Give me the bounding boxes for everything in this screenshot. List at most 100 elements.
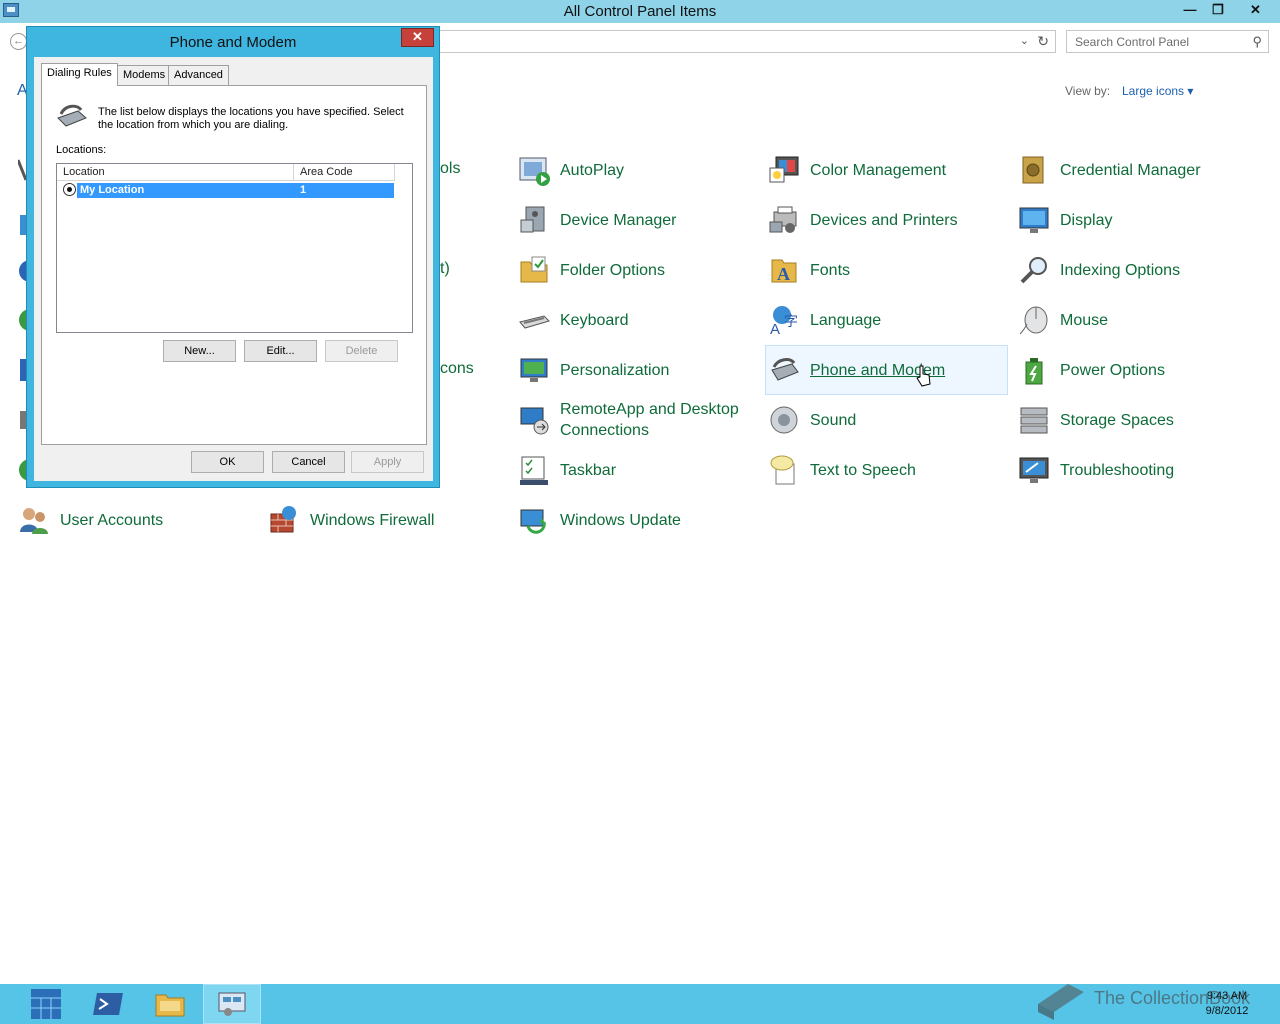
windows-firewall-icon xyxy=(267,503,301,537)
clock-date: 9/8/2012 xyxy=(1205,1005,1249,1017)
view-by-dropdown[interactable]: Large icons ▾ xyxy=(1122,84,1193,98)
keyboard-item[interactable]: Keyboard xyxy=(517,296,629,344)
refresh-icon[interactable]: ↻ xyxy=(1037,33,1049,50)
devices-printers-icon xyxy=(767,203,801,237)
item-label: Personalization xyxy=(560,361,670,379)
area-code-cell: 1 xyxy=(300,184,307,196)
file-explorer-icon[interactable] xyxy=(141,984,199,1024)
svg-text:字: 字 xyxy=(784,313,798,329)
autoplay-item[interactable]: AutoPlay xyxy=(517,146,624,194)
delete-button[interactable]: Delete xyxy=(325,340,398,362)
item-label: Folder Options xyxy=(560,261,665,279)
locations-label: Locations: xyxy=(56,144,107,156)
chevron-down-icon[interactable]: ⌄ xyxy=(1020,34,1029,47)
phone-modem-item[interactable]: Phone and Modem xyxy=(765,345,1008,395)
tab-modems[interactable]: Modems xyxy=(117,65,172,85)
device-manager-icon xyxy=(517,203,551,237)
back-arrow-icon[interactable]: ← xyxy=(10,33,27,50)
item-label: Taskbar xyxy=(560,461,617,479)
item-label: AutoPlay xyxy=(560,161,625,179)
keyboard-icon xyxy=(517,303,551,337)
power-options-item[interactable]: Power Options xyxy=(1017,346,1165,394)
start-icon[interactable] xyxy=(17,984,75,1024)
fonts-item[interactable]: A Fonts xyxy=(767,246,850,294)
view-by-label: View by: xyxy=(1065,84,1111,98)
windows-update-item[interactable]: Windows Update xyxy=(517,496,681,544)
title-bar: All Control Panel Items — ❐ ✕ xyxy=(0,0,1280,23)
item-label: Troubleshooting xyxy=(1060,461,1175,479)
tab-dialing-rules[interactable]: Dialing Rules xyxy=(41,63,118,86)
table-row[interactable]: My Location 1 xyxy=(77,183,394,198)
apply-button[interactable]: Apply xyxy=(351,451,424,473)
clock[interactable]: 9:43 AM 9/8/2012 xyxy=(1195,989,1259,1019)
item-label: Windows Update xyxy=(560,511,681,529)
cancel-button[interactable]: Cancel xyxy=(272,451,345,473)
maximize-button[interactable]: ❐ xyxy=(1205,0,1231,20)
item-label: Indexing Options xyxy=(1060,261,1181,279)
color-management-item[interactable]: Color Management xyxy=(767,146,946,194)
folder-options-item[interactable]: Folder Options xyxy=(517,246,665,294)
new-button[interactable]: New... xyxy=(163,340,236,362)
ok-button[interactable]: OK xyxy=(191,451,264,473)
partial-item-label[interactable]: t) xyxy=(440,260,450,278)
item-label: Keyboard xyxy=(560,311,629,329)
item-label: Language xyxy=(810,311,882,329)
column-header-location[interactable]: Location xyxy=(57,164,294,181)
personalization-item[interactable]: Personalization xyxy=(517,346,669,394)
item-label: Windows Firewall xyxy=(310,511,435,529)
window-title: All Control Panel Items xyxy=(563,3,717,20)
mouse-item[interactable]: Mouse xyxy=(1017,296,1108,344)
color-management-icon xyxy=(767,153,801,187)
item-label: Credential Manager xyxy=(1060,161,1201,179)
minimize-button[interactable]: — xyxy=(1177,0,1203,20)
windows-update-icon xyxy=(517,503,551,537)
tab-advanced[interactable]: Advanced xyxy=(168,65,229,85)
dialing-rules-panel: The list below displays the locations yo… xyxy=(41,85,427,445)
text-to-speech-item[interactable]: Text to Speech xyxy=(767,446,916,494)
search-icon[interactable]: ⚲ xyxy=(1252,34,1262,50)
autoplay-icon xyxy=(517,153,551,187)
control-panel-icon[interactable] xyxy=(203,984,261,1024)
folder-options-icon xyxy=(517,253,551,287)
phone-modem-icon xyxy=(767,353,801,387)
indexing-options-item[interactable]: Indexing Options xyxy=(1017,246,1180,294)
language-item[interactable]: A字 Language xyxy=(767,296,881,344)
windows-firewall-item[interactable]: Windows Firewall xyxy=(267,496,434,544)
indexing-options-icon xyxy=(1017,253,1051,287)
search-placeholder: Search Control Panel xyxy=(1075,35,1190,49)
language-icon: A字 xyxy=(767,303,801,337)
search-input[interactable]: Search Control Panel ⚲ xyxy=(1066,30,1269,53)
sound-item[interactable]: Sound xyxy=(767,396,856,444)
power-options-icon xyxy=(1017,353,1051,387)
dialog-close-button[interactable]: ✕ xyxy=(401,28,434,47)
edit-button[interactable]: Edit... xyxy=(244,340,317,362)
item-label: Mouse xyxy=(1060,311,1109,329)
partial-item-label[interactable]: cons xyxy=(440,360,474,378)
item-label: Fonts xyxy=(810,261,851,279)
device-manager-item[interactable]: Device Manager xyxy=(517,196,677,244)
partial-item-label[interactable]: ols xyxy=(440,160,460,178)
display-item[interactable]: Display xyxy=(1017,196,1112,244)
troubleshooting-item[interactable]: Troubleshooting xyxy=(1017,446,1174,494)
close-window-button[interactable]: ✕ xyxy=(1233,0,1278,20)
address-bar[interactable]: ⌄ ↻ xyxy=(440,30,1056,53)
taskbar-item[interactable]: Taskbar xyxy=(517,446,616,494)
powershell-icon[interactable] xyxy=(79,984,137,1024)
storage-spaces-item[interactable]: Storage Spaces xyxy=(1017,396,1174,444)
taskbar-icon xyxy=(517,453,551,487)
dialog-description: The list below displays the locations yo… xyxy=(98,106,404,131)
devices-printers-item[interactable]: Devices and Printers xyxy=(767,196,958,244)
locations-list[interactable]: Location Area Code My Location 1 xyxy=(56,163,413,333)
remoteapp-item[interactable]: RemoteApp and Desktop Connections xyxy=(517,396,739,444)
item-label: Device Manager xyxy=(560,211,677,229)
item-label: User Accounts xyxy=(60,511,164,529)
credential-manager-item[interactable]: Credential Manager xyxy=(1017,146,1201,194)
column-header-area-code[interactable]: Area Code xyxy=(294,164,395,181)
user-accounts-item[interactable]: User Accounts xyxy=(17,496,163,544)
phone-modem-dialog: Phone and Modem ✕ Dialing Rules Modems A… xyxy=(26,26,440,488)
credential-manager-icon xyxy=(1017,153,1051,187)
default-location-radio[interactable] xyxy=(63,183,76,196)
clock-time: 9:43 AM xyxy=(1206,990,1248,1002)
dialog-title: Phone and Modem xyxy=(169,34,297,51)
item-label: Power Options xyxy=(1060,361,1165,379)
